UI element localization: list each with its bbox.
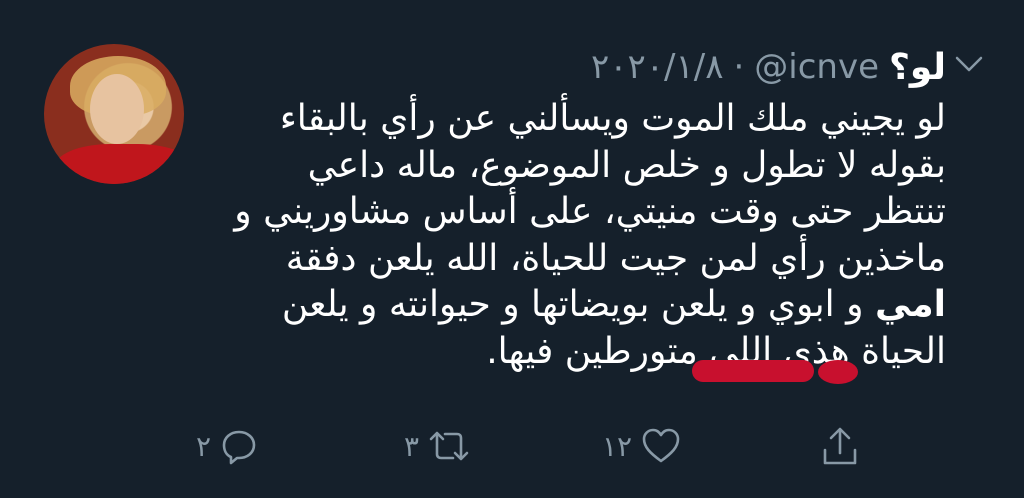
reply-count: ٢: [196, 429, 212, 463]
redaction-dot: [818, 360, 858, 384]
retweet-icon: [427, 426, 471, 466]
tweet-line-3: تنتظر حتى وقت منيتي، على أساس مشاوريني و: [234, 191, 946, 232]
tweet-bold-word: امي: [874, 284, 946, 325]
avatar-dress: [54, 144, 184, 184]
tweet-actions: ٢ ٣ ١٢: [190, 426, 870, 476]
avatar-face: [90, 74, 144, 144]
retweet-count: ٣: [404, 429, 420, 463]
tweet-line-2: بقوله لا تطول و خلص الموضوع، ماله داعي: [307, 144, 946, 186]
share-icon: [820, 426, 860, 468]
heart-icon: [640, 426, 682, 466]
chevron-down-icon[interactable]: [952, 52, 986, 76]
avatar[interactable]: [44, 44, 184, 184]
tweet-text: لو يجيني ملك الموت ويسألني عن رأي بالبقا…: [166, 96, 946, 375]
tweet-header: ٢٠٢٠/١/٨ · @icnve لو؟: [386, 44, 946, 90]
tweet-date[interactable]: ٢٠٢٠/١/٨: [591, 47, 723, 87]
tweet-line-5: امي و ابوي و يلعن بويضاتها و حيوانته و ي…: [166, 282, 946, 329]
reply-button[interactable]: ٢: [196, 426, 259, 466]
tweet-line-5-text: و ابوي و يلعن بويضاتها و حيوانته و يلعن: [281, 284, 864, 325]
tweet-line-1: لو يجيني ملك الموت ويسألني عن رأي بالبقا…: [279, 98, 946, 139]
like-button[interactable]: ١٢: [602, 426, 682, 466]
like-count: ١٢: [602, 429, 633, 463]
tweet-line-4: ماخذين رأي لمن جيت للحياة، الله يلعن دفق…: [285, 237, 946, 279]
header-separator: ·: [733, 47, 745, 87]
display-name[interactable]: لو؟: [889, 47, 946, 88]
user-handle[interactable]: @icnve: [754, 47, 879, 87]
share-button[interactable]: [820, 426, 860, 468]
reply-icon: [219, 426, 259, 466]
retweet-button[interactable]: ٣: [404, 426, 471, 466]
redaction-mark: [692, 360, 814, 382]
